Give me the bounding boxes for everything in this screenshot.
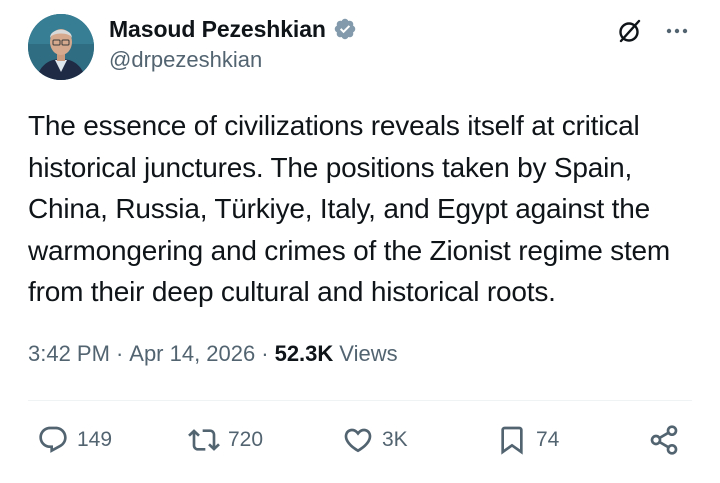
reply-button[interactable]: 149 xyxy=(37,424,112,456)
grok-icon[interactable] xyxy=(616,17,644,45)
more-options-icon[interactable] xyxy=(664,18,690,44)
meta-separator: · xyxy=(115,341,124,366)
bookmark-count: 74 xyxy=(536,428,560,451)
divider xyxy=(28,400,692,401)
author-block: Masoud Pezeshkian @drpezeshkian xyxy=(109,14,357,73)
reply-count: 149 xyxy=(77,428,113,451)
views-count: 52.3K xyxy=(274,341,334,366)
heart-icon xyxy=(342,424,374,456)
top-actions xyxy=(616,17,690,45)
avatar-image xyxy=(28,14,94,80)
like-button[interactable]: 3K xyxy=(342,424,408,456)
repost-button[interactable]: 720 xyxy=(188,424,263,456)
author-display-name[interactable]: Masoud Pezeshkian xyxy=(109,16,326,43)
tweet-date[interactable]: Apr 14, 2026 xyxy=(129,341,255,367)
bookmark-button[interactable]: 74 xyxy=(496,424,559,456)
tweet-meta: 3:42 PM · Apr 14, 2026 · 52.3K Views xyxy=(28,341,398,367)
tweet-time[interactable]: 3:42 PM xyxy=(28,341,110,367)
like-count: 3K xyxy=(382,428,408,451)
tweet-text: The essence of civilizations reveals its… xyxy=(28,110,671,307)
bookmark-icon xyxy=(496,424,528,456)
reply-icon xyxy=(37,424,69,456)
views-label: Views xyxy=(339,341,398,366)
verified-badge-icon[interactable] xyxy=(333,17,357,41)
action-bar: 149 720 3K 74 xyxy=(0,418,720,468)
author-handle[interactable]: @drpezeshkian xyxy=(109,47,357,73)
share-icon xyxy=(648,424,680,456)
repost-icon xyxy=(188,424,220,456)
avatar[interactable] xyxy=(28,14,94,80)
repost-count: 720 xyxy=(228,428,264,451)
share-button[interactable] xyxy=(648,424,680,456)
meta-separator: · xyxy=(261,341,269,366)
author-name-row: Masoud Pezeshkian xyxy=(109,14,357,44)
